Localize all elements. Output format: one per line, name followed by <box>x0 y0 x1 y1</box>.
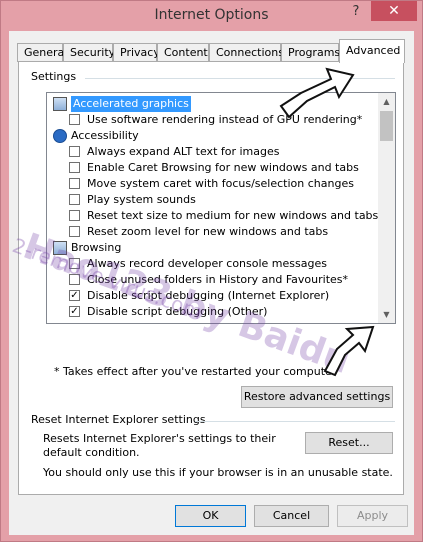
dialog-body: General Security Privacy Content Connect… <box>9 31 414 535</box>
internet-options-window: Internet Options ? ✕ General Security Pr… <box>0 0 423 542</box>
cancel-button[interactable]: Cancel <box>254 505 329 527</box>
settings-item-label: Disable script debugging (Internet Explo… <box>87 289 330 302</box>
settings-item-label: Accelerated graphics <box>71 96 191 112</box>
settings-item-label: Close unused folders in History and Favo… <box>87 273 349 286</box>
checkbox-unchecked[interactable] <box>69 210 80 221</box>
scroll-down-arrow-icon[interactable]: ▼ <box>378 306 395 323</box>
checkbox-unchecked[interactable] <box>69 274 80 285</box>
tab-privacy[interactable]: Privacy <box>113 43 160 62</box>
tab-connections[interactable]: Connections <box>209 43 284 62</box>
help-button[interactable]: ? <box>347 4 365 22</box>
checkbox-unchecked[interactable] <box>69 258 80 269</box>
accessibility-icon <box>53 129 67 143</box>
ok-button[interactable]: OK <box>175 505 246 527</box>
reset-button[interactable]: Reset... <box>305 432 393 454</box>
settings-item-label: Accessibility <box>71 129 139 142</box>
settings-item-label: Always expand ALT text for images <box>87 145 280 158</box>
monitor-icon <box>53 97 67 111</box>
reset-description: Resets Internet Explorer's settings to t… <box>43 432 276 459</box>
browsing-icon <box>53 241 67 255</box>
reset-warning: You should only use this if your browser… <box>43 466 393 479</box>
settings-item-label: Use software rendering instead of GPU re… <box>87 113 363 126</box>
title-bar: Internet Options ? ✕ <box>1 1 422 31</box>
scroll-up-arrow-icon[interactable]: ▲ <box>378 93 395 110</box>
checkbox-unchecked[interactable] <box>69 178 80 189</box>
checkbox-unchecked[interactable] <box>69 146 80 157</box>
checkbox-unchecked[interactable] <box>69 194 80 205</box>
settings-item-label: Reset text size to medium for new window… <box>87 209 379 222</box>
tab-advanced[interactable]: Advanced <box>339 39 405 63</box>
settings-tree-list[interactable]: ✓ Disable script debugging (Other) ✓ Disabl… <box>46 92 396 324</box>
settings-item-label: Disable script debugging (Other) <box>87 305 268 318</box>
settings-item-label: Move system caret with focus/selection c… <box>87 177 354 190</box>
checkbox-unchecked[interactable] <box>69 162 80 173</box>
tab-programs[interactable]: Programs <box>281 43 340 62</box>
reset-group-divider <box>195 421 395 422</box>
close-button[interactable]: ✕ <box>371 1 417 21</box>
tab-security[interactable]: Security <box>63 43 115 62</box>
reset-group-label: Reset Internet Explorer settings <box>31 413 206 426</box>
scroll-thumb[interactable] <box>380 111 393 141</box>
advanced-tab-panel: Settings ✓ Disable script debugging (Othe… <box>18 61 404 495</box>
settings-item-label: Reset zoom level for new windows and tab… <box>87 225 329 238</box>
checkbox-checked[interactable]: ✓ <box>69 306 80 317</box>
apply-button[interactable]: Apply <box>337 505 408 527</box>
restore-advanced-settings-button[interactable]: Restore advanced settings <box>241 386 393 408</box>
tab-content[interactable]: Content <box>157 43 209 62</box>
settings-group-label: Settings <box>31 70 77 83</box>
vertical-scrollbar[interactable]: ▲ ▼ <box>378 93 395 323</box>
restart-note: * Takes effect after you've restarted yo… <box>54 365 337 378</box>
settings-group-divider <box>85 78 395 79</box>
settings-item-label: Browsing <box>71 241 122 254</box>
checkbox-unchecked[interactable] <box>69 114 80 125</box>
settings-item-label: Enable Caret Browsing for new windows an… <box>87 161 359 174</box>
tab-general[interactable]: General <box>17 43 67 62</box>
settings-item-label: Always record developer console messages <box>87 257 327 270</box>
settings-item-label: Play system sounds <box>87 193 196 206</box>
checkbox-checked[interactable]: ✓ <box>69 290 80 301</box>
checkbox-unchecked[interactable] <box>69 226 80 237</box>
